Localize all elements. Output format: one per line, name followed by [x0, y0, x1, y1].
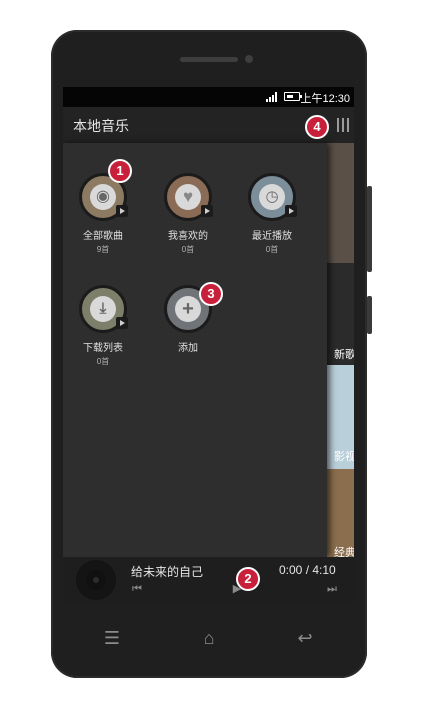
back-icon[interactable]: ↩	[291, 626, 319, 650]
status-time: 上午12:30	[300, 93, 350, 105]
annotation-badge: 3	[199, 282, 223, 306]
tile-downloads[interactable]: ⤓ 下载列表 0首	[63, 285, 143, 367]
peek-panel[interactable]: 新歌 影视 经典	[327, 143, 354, 557]
play-icon	[116, 205, 128, 217]
song-title: 给未来的自己	[131, 565, 204, 579]
annotation-badge: 1	[108, 159, 132, 183]
disc-icon: ◉	[90, 184, 116, 210]
song-duration: 0:00 / 4:10	[279, 563, 336, 577]
play-icon	[116, 317, 128, 329]
tile-label: 下载列表	[83, 343, 123, 354]
menu-icon[interactable]: ☰	[98, 626, 126, 650]
prev-icon[interactable]: ⏮	[131, 583, 143, 595]
heart-icon: ♥	[175, 184, 201, 210]
front-camera	[245, 55, 253, 63]
mini-player[interactable]: 给未来的自己 0:00 / 4:10 ⏮ ▶ ⏭	[63, 557, 354, 604]
tile-count: 0首	[96, 357, 110, 366]
peek-label: 经典	[334, 547, 354, 557]
tile-recent-cover: ◷	[248, 173, 297, 221]
volume-button	[367, 186, 372, 272]
power-button	[367, 296, 372, 334]
clock-icon: ◷	[259, 184, 285, 210]
menu-icon[interactable]	[337, 118, 349, 132]
tile-count: 9首	[96, 245, 110, 254]
peek-label: 影视	[334, 451, 354, 463]
peek-thumb	[327, 143, 354, 263]
home-icon[interactable]: ⌂	[195, 626, 223, 650]
screen: 上午12:30 本地音乐 新歌 影视 经典 ◉ 全部歌曲 9首 ♥ 我喜欢的 0…	[63, 87, 354, 604]
tile-all-songs[interactable]: ◉ 全部歌曲 9首	[63, 173, 143, 255]
tile-label: 添加	[178, 343, 198, 354]
earpiece	[180, 57, 238, 62]
library-panel: ◉ 全部歌曲 9首 ♥ 我喜欢的 0首 ◷ 最近播放 0首 ⤓ 下载列表 0首 …	[63, 143, 327, 557]
annotation-badge: 4	[305, 115, 329, 139]
album-art	[76, 560, 116, 600]
tile-label: 全部歌曲	[83, 231, 123, 242]
next-icon[interactable]: ⏭	[326, 583, 338, 595]
status-bar: 上午12:30	[63, 87, 354, 107]
tile-count: 0首	[181, 245, 195, 254]
tile-favorites-cover: ♥	[164, 173, 213, 221]
play-icon	[201, 205, 213, 217]
tile-downloads-cover: ⤓	[79, 285, 128, 333]
plus-icon: +	[175, 296, 201, 322]
play-icon	[285, 205, 297, 217]
tile-favorites[interactable]: ♥ 我喜欢的 0首	[148, 173, 228, 255]
page-title: 本地音乐	[73, 118, 129, 134]
annotation-badge: 2	[236, 567, 260, 591]
tile-label: 最近播放	[252, 231, 292, 242]
system-nav-bar: ☰ ⌂ ↩	[63, 616, 354, 662]
tile-count: 0首	[265, 245, 279, 254]
signal-icon	[266, 92, 280, 102]
peek-label: 新歌	[334, 349, 354, 361]
tile-recent[interactable]: ◷ 最近播放 0首	[232, 173, 312, 255]
download-icon: ⤓	[90, 296, 116, 322]
tile-label: 我喜欢的	[168, 231, 208, 242]
battery-icon	[284, 92, 302, 101]
